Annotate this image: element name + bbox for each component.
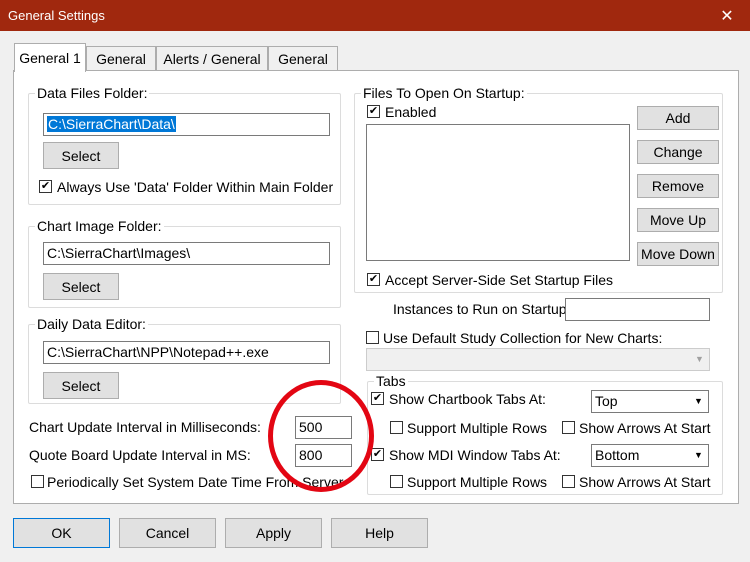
window-title: General Settings (8, 8, 105, 23)
startup-enabled-checkbox[interactable]: ✔ (367, 105, 380, 118)
mdi-arrows-checkbox[interactable] (562, 475, 575, 488)
button-label: Select (61, 377, 101, 394)
change-button[interactable]: Change (637, 140, 719, 164)
periodic-date-time-label: Periodically Set System Date Time From S… (47, 474, 344, 490)
data-files-group-label: Data Files Folder: (35, 85, 150, 101)
tab-general-4[interactable]: General 4 (268, 46, 338, 83)
chartbook-arrows-label: Show Arrows At Start (579, 420, 711, 436)
startup-files-list[interactable] (366, 124, 630, 261)
mdi-tabs-position-select[interactable]: Bottom ▼ (591, 444, 709, 467)
chevron-down-icon: ▼ (695, 354, 704, 364)
chevron-down-icon: ▼ (694, 396, 703, 406)
button-label: Help (365, 525, 394, 541)
startup-enabled-label: Enabled (385, 104, 437, 120)
data-files-select-button[interactable]: Select (43, 142, 119, 169)
instances-label: Instances to Run on Startup: (393, 301, 571, 317)
button-label: Select (61, 147, 101, 164)
accept-server-startup-label: Accept Server-Side Set Startup Files (385, 272, 613, 288)
chartbook-tabs-position-select[interactable]: Top ▼ (591, 390, 709, 413)
check-icon: ✔ (40, 180, 51, 192)
show-mdi-tabs-checkbox[interactable]: ✔ (371, 448, 384, 461)
chart-update-interval-input[interactable]: 500 (295, 416, 352, 439)
daily-editor-select-button[interactable]: Select (43, 372, 119, 399)
tab-label: General 1 (19, 50, 81, 66)
button-label: Remove (651, 178, 705, 194)
ok-button[interactable]: OK (13, 518, 110, 548)
chartbook-tabs-position-value: Top (595, 393, 618, 409)
chart-image-select-button[interactable]: Select (43, 273, 119, 300)
startup-files-group-label: Files To Open On Startup: (361, 85, 527, 101)
default-study-collection-checkbox[interactable] (366, 331, 379, 344)
tab-general-1[interactable]: General 1 (14, 43, 86, 72)
close-icon[interactable]: ✕ (704, 0, 750, 31)
accept-server-startup-checkbox[interactable]: ✔ (367, 273, 380, 286)
title-bar: General Settings ✕ (0, 0, 750, 31)
button-label: OK (51, 525, 72, 541)
button-label: Add (665, 110, 691, 126)
daily-editor-group-label: Daily Data Editor: (35, 316, 148, 332)
tab-alerts-general-3[interactable]: Alerts / General 3 (156, 46, 268, 83)
chart-image-group-label: Chart Image Folder: (35, 218, 164, 234)
mdi-arrows-label: Show Arrows At Start (579, 474, 711, 490)
button-label: Change (653, 144, 703, 160)
chart-update-interval-label: Chart Update Interval in Milliseconds: (29, 419, 261, 435)
show-mdi-tabs-label: Show MDI Window Tabs At: (389, 447, 561, 463)
daily-editor-path-input[interactable]: C:\SierraChart\NPP\Notepad++.exe (43, 341, 330, 364)
quote-board-interval-label: Quote Board Update Interval in MS: (29, 447, 251, 463)
chartbook-arrows-checkbox[interactable] (562, 421, 575, 434)
button-label: Cancel (145, 525, 190, 541)
study-collection-select[interactable]: ▼ (366, 348, 710, 371)
remove-button[interactable]: Remove (637, 174, 719, 198)
check-icon: ✔ (368, 273, 379, 285)
always-use-data-label: Always Use 'Data' Folder Within Main Fol… (57, 179, 334, 195)
data-files-path-text: C:\SierraChart\Data\ (47, 116, 176, 132)
tab-general-2[interactable]: General 2 (86, 46, 156, 83)
chartbook-multiple-rows-checkbox[interactable] (390, 421, 403, 434)
chevron-down-icon: ▼ (694, 450, 703, 460)
move-up-button[interactable]: Move Up (637, 208, 719, 232)
mdi-multiple-rows-checkbox[interactable] (390, 475, 403, 488)
default-study-collection-label: Use Default Study Collection for New Cha… (383, 330, 663, 346)
show-chartbook-tabs-checkbox[interactable]: ✔ (371, 392, 384, 405)
tabs-group-label: Tabs (374, 373, 408, 389)
button-label: Select (61, 278, 101, 295)
mdi-multiple-rows-label: Support Multiple Rows (407, 474, 548, 490)
always-use-data-checkbox[interactable]: ✔ (39, 180, 52, 193)
mdi-tabs-position-value: Bottom (595, 447, 640, 463)
periodic-date-time-checkbox[interactable] (31, 475, 44, 488)
show-chartbook-tabs-label: Show Chartbook Tabs At: (389, 391, 546, 407)
check-icon: ✔ (372, 448, 383, 460)
button-label: Move Up (649, 212, 707, 228)
instances-input[interactable] (565, 298, 710, 321)
help-button[interactable]: Help (331, 518, 428, 548)
data-files-path-input[interactable]: C:\SierraChart\Data\ (43, 113, 330, 136)
check-icon: ✔ (368, 105, 379, 117)
button-label: Apply (255, 525, 292, 541)
add-button[interactable]: Add (637, 106, 719, 130)
apply-button[interactable]: Apply (225, 518, 322, 548)
cancel-button[interactable]: Cancel (119, 518, 216, 548)
quote-board-interval-input[interactable]: 800 (295, 444, 352, 467)
check-icon: ✔ (372, 392, 383, 404)
chartbook-multiple-rows-label: Support Multiple Rows (407, 420, 548, 436)
button-label: Move Down (641, 246, 715, 262)
move-down-button[interactable]: Move Down (637, 242, 719, 266)
chart-image-path-input[interactable]: C:\SierraChart\Images\ (43, 242, 330, 265)
